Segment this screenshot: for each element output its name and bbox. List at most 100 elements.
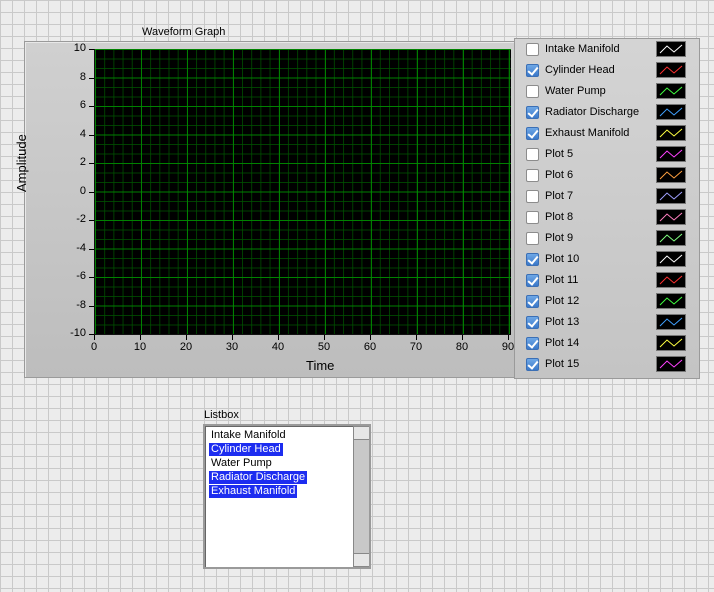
- listbox-item[interactable]: Cylinder Head: [209, 443, 283, 456]
- y-tick-label: 6: [79, 99, 86, 111]
- legend-item-name: Cylinder Head: [545, 64, 615, 76]
- plot-visibility-checkbox[interactable]: [526, 106, 539, 119]
- legend-item-name: Plot 14: [545, 337, 580, 349]
- y-tick-label: 8: [79, 70, 86, 83]
- plot-line-swatch-icon[interactable]: [656, 335, 686, 351]
- legend-item-name: Plot 10: [545, 253, 580, 265]
- y-tick-mark: [89, 134, 94, 136]
- y-tick-label: 2: [79, 156, 86, 168]
- plot-line-swatch-icon[interactable]: [656, 167, 686, 183]
- legend-item-name: Plot 11: [545, 274, 579, 286]
- x-tick-label: 20: [179, 341, 193, 353]
- y-tick-label: -2: [76, 213, 86, 225]
- y-tick-label: 4: [79, 127, 86, 140]
- legend-item-name: Water Pump: [545, 85, 606, 97]
- x-tick-label: 10: [133, 341, 147, 353]
- plot-visibility-checkbox[interactable]: [526, 232, 539, 245]
- plot-visibility-checkbox[interactable]: [526, 148, 539, 161]
- listbox-item[interactable]: Intake Manifold: [209, 429, 288, 442]
- scroll-down-button[interactable]: [354, 553, 369, 567]
- legend-item: Intake Manifold: [526, 40, 694, 61]
- y-tick-mark: [89, 220, 94, 221]
- y-tick-mark: [89, 77, 94, 79]
- y-axis-label: Amplitude: [14, 134, 29, 192]
- legend-item: Plot 11: [526, 271, 694, 292]
- plot-line-swatch-icon[interactable]: [656, 104, 686, 120]
- scroll-up-button[interactable]: [354, 426, 369, 440]
- plot-line-swatch-icon[interactable]: [656, 146, 686, 162]
- legend-item-name: Intake Manifold: [545, 43, 620, 55]
- plot-line-swatch-icon[interactable]: [656, 230, 686, 246]
- legend-item: Plot 14: [526, 334, 694, 355]
- plot-visibility-checkbox[interactable]: [526, 274, 539, 287]
- legend-item: Plot 15: [526, 355, 694, 376]
- legend-item-name: Plot 9: [545, 232, 574, 244]
- plot-visibility-checkbox[interactable]: [526, 253, 539, 266]
- plot-visibility-checkbox[interactable]: [526, 64, 539, 77]
- listbox-label: Listbox: [204, 409, 239, 421]
- listbox-item[interactable]: Water Pump: [209, 457, 274, 470]
- listbox[interactable]: Intake Manifold Cylinder Head Water Pump Ra…: [203, 424, 371, 569]
- x-tick-mark: [94, 335, 95, 340]
- y-tick-mark: [89, 163, 94, 164]
- legend-item: Cylinder Head: [526, 61, 694, 82]
- plot-line-swatch-icon[interactable]: [656, 314, 686, 330]
- plot-visibility-checkbox[interactable]: [526, 85, 539, 98]
- legend-item-name: Exhaust Manifold: [545, 127, 630, 139]
- plot-line-swatch-icon[interactable]: [656, 41, 686, 57]
- listbox-scrollbar[interactable]: [353, 426, 369, 567]
- legend-item: Plot 13: [526, 313, 694, 334]
- plot-line-swatch-icon[interactable]: [656, 83, 686, 99]
- y-tick-mark: [89, 248, 94, 250]
- plot-visibility-checkbox[interactable]: [526, 43, 539, 56]
- plot-visibility-checkbox[interactable]: [526, 169, 539, 182]
- x-tick-mark: [278, 335, 279, 340]
- plot-visibility-checkbox[interactable]: [526, 190, 539, 203]
- plot-visibility-checkbox[interactable]: [526, 295, 539, 308]
- x-tick-mark: [462, 335, 463, 340]
- plot-line-swatch-icon[interactable]: [656, 293, 686, 309]
- x-tick-mark: [370, 335, 371, 340]
- listbox-item[interactable]: Exhaust Manifold: [209, 485, 298, 498]
- y-tick-mark: [89, 49, 94, 50]
- plot-visibility-checkbox[interactable]: [526, 127, 539, 140]
- legend-item-name: Plot 8: [545, 211, 574, 223]
- plot-line-swatch-icon[interactable]: [656, 62, 686, 78]
- x-tick-label: 70: [409, 341, 423, 353]
- plot-line-swatch-icon[interactable]: [656, 272, 686, 288]
- plot-area[interactable]: [94, 49, 511, 335]
- plot-line-swatch-icon[interactable]: [656, 209, 686, 225]
- plot-line-swatch-icon[interactable]: [656, 356, 686, 372]
- y-tick-mark: [89, 106, 94, 107]
- plot-line-swatch-icon[interactable]: [656, 188, 686, 204]
- x-tick-mark: [186, 335, 187, 340]
- listbox-item[interactable]: Radiator Discharge: [209, 471, 308, 484]
- plot-line-swatch-icon[interactable]: [656, 125, 686, 141]
- y-tick-label: -6: [76, 270, 86, 282]
- x-axis-label: Time: [306, 358, 335, 373]
- y-tick-label: -10: [70, 327, 86, 339]
- legend-item-name: Radiator Discharge: [545, 106, 640, 118]
- plot-visibility-checkbox[interactable]: [526, 358, 539, 371]
- legend-item: Plot 9: [526, 229, 694, 250]
- x-tick-mark: [232, 335, 233, 340]
- y-tick-mark: [89, 191, 94, 193]
- plot-line-swatch-icon[interactable]: [656, 251, 686, 267]
- legend-item: Plot 6: [526, 166, 694, 187]
- legend-item-name: Plot 7: [545, 190, 574, 202]
- legend-item: Plot 7: [526, 187, 694, 208]
- legend-item-name: Plot 6: [545, 169, 574, 181]
- x-tick-mark: [508, 335, 509, 340]
- x-tick-label: 30: [225, 341, 239, 353]
- plot-visibility-checkbox[interactable]: [526, 211, 539, 224]
- y-tick-label: -8: [76, 298, 86, 311]
- x-tick-label: 50: [317, 341, 331, 353]
- y-tick-label: 0: [79, 184, 86, 197]
- graph-title: Waveform Graph: [142, 26, 226, 38]
- legend-item: Water Pump: [526, 82, 694, 103]
- x-tick-mark: [140, 335, 141, 340]
- y-tick-label: -4: [76, 241, 86, 254]
- plot-visibility-checkbox[interactable]: [526, 316, 539, 329]
- legend-item-name: Plot 15: [545, 358, 580, 370]
- plot-visibility-checkbox[interactable]: [526, 337, 539, 350]
